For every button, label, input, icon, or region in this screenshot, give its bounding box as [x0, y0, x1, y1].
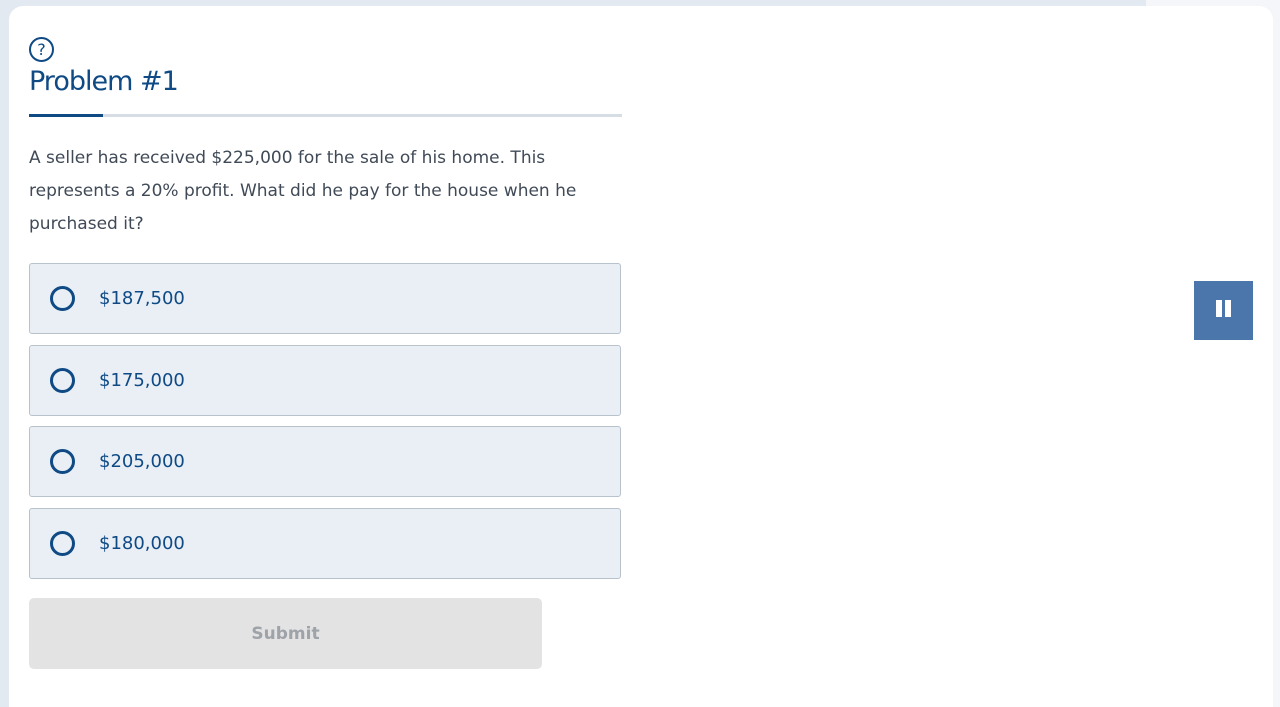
- problem-card: ? Problem #1 A seller has received $225,…: [9, 6, 1273, 707]
- help-icon-glyph: ?: [37, 39, 46, 59]
- progress-bar: [29, 114, 622, 117]
- radio-button-icon[interactable]: [50, 449, 75, 474]
- pause-button[interactable]: [1194, 281, 1253, 340]
- radio-button-icon[interactable]: [50, 367, 75, 393]
- answer-option-label: $187,500: [99, 288, 185, 309]
- answer-option-3[interactable]: $205,000: [29, 426, 621, 497]
- submit-button[interactable]: Submit: [29, 598, 542, 669]
- radio-button-icon[interactable]: [50, 286, 75, 311]
- answer-option-label: $175,000: [99, 369, 185, 391]
- answer-options: $187,500 $175,000 $205,000 $180,000: [29, 263, 621, 589]
- radio-button-icon[interactable]: [50, 530, 75, 556]
- page-title: Problem #1: [29, 66, 179, 97]
- answer-option-1[interactable]: $187,500: [29, 263, 621, 334]
- help-icon[interactable]: ?: [29, 37, 54, 62]
- question-text: A seller has received $225,000 for the s…: [29, 148, 577, 234]
- answer-option-label: $180,000: [99, 532, 185, 554]
- answer-option-2[interactable]: $175,000: [29, 344, 621, 416]
- progress-fill: [29, 114, 104, 117]
- pause-icon: [1215, 300, 1233, 321]
- answer-option-label: $205,000: [99, 451, 185, 472]
- answer-option-4[interactable]: $180,000: [29, 507, 621, 579]
